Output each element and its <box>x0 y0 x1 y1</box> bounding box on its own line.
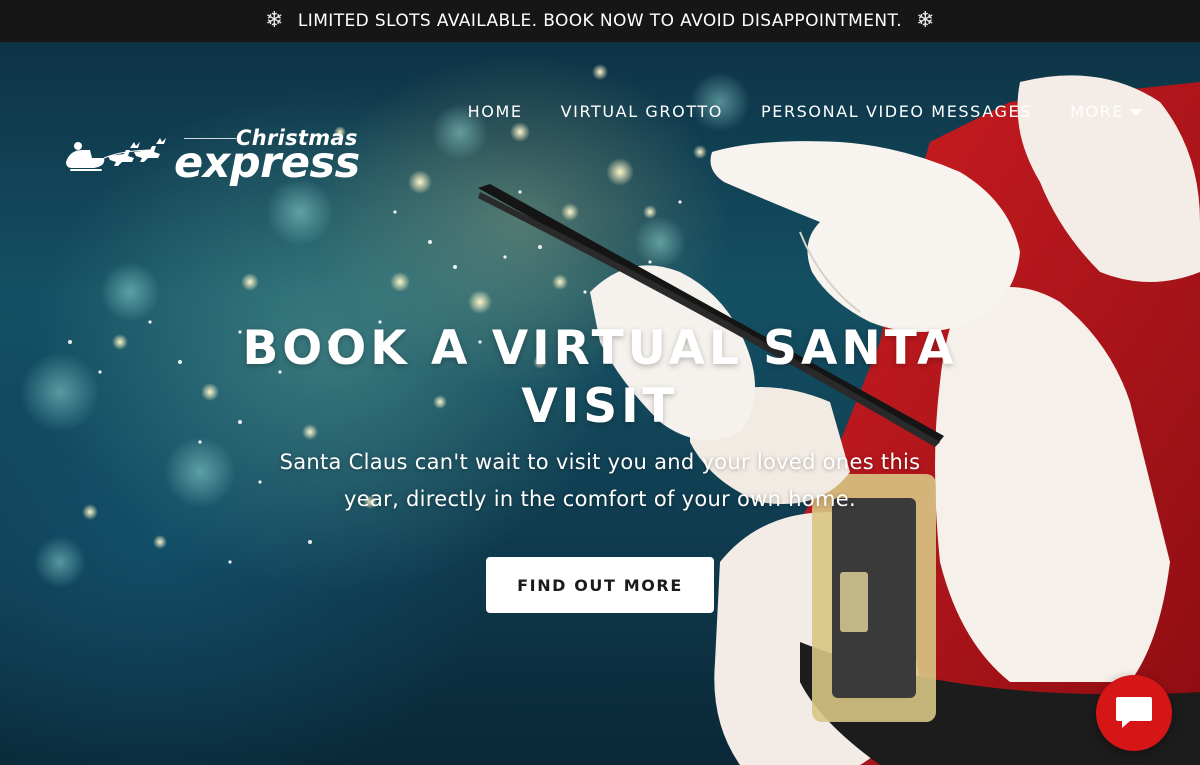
sleigh-reindeer-icon <box>66 138 166 171</box>
hero-subtext: Santa Claus can't wait to visit you and … <box>279 450 921 511</box>
nav-more-label: MORE <box>1069 102 1124 121</box>
hero-headline: BOOK A VIRTUAL SANTA VISIT <box>242 321 958 434</box>
hero-section: Christmas express HOME VIRTUAL GROTTO PE… <box>0 42 1200 765</box>
nav-item-virtual-grotto[interactable]: VIRTUAL GROTTO <box>561 102 723 121</box>
nav-item-more[interactable]: MORE <box>1070 102 1142 121</box>
snowflake-icon: ❄ <box>265 8 284 33</box>
find-out-more-button[interactable]: FIND OUT MORE <box>486 557 714 613</box>
nav-item-personal-video-messages[interactable]: PERSONAL VIDEO MESSAGES <box>761 102 1032 121</box>
announcement-bar: ❄ LIMITED SLOTS AVAILABLE. BOOK NOW TO A… <box>0 0 1200 42</box>
nav-item-home[interactable]: HOME <box>468 102 523 121</box>
announcement-text: LIMITED SLOTS AVAILABLE. BOOK NOW TO AVO… <box>297 11 903 31</box>
snowflake-icon: ❄ <box>916 8 935 33</box>
chat-bubble-icon <box>1116 697 1152 728</box>
main-nav: HOME VIRTUAL GROTTO PERSONAL VIDEO MESSA… <box>468 102 1142 121</box>
chevron-down-icon <box>1130 109 1142 116</box>
logo-text-express: express <box>174 138 360 188</box>
site-logo[interactable]: Christmas express <box>64 86 370 196</box>
chat-button[interactable] <box>1096 675 1172 751</box>
